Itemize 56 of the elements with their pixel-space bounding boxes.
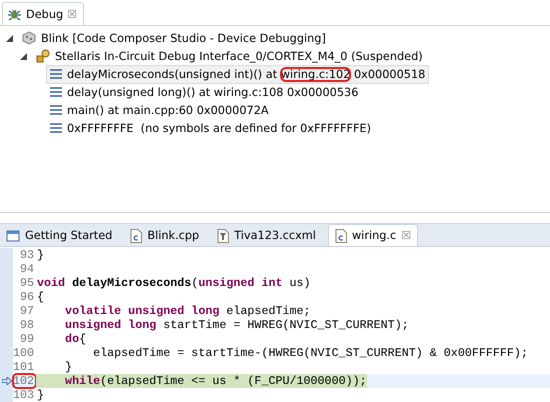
code-line: do{	[64, 332, 86, 346]
tab-label: Tiva123.ccxml	[234, 229, 316, 242]
c-file-icon	[334, 228, 347, 242]
tree-item[interactable]: Stellaris In-Circuit Debug Interface_0/CORTEX_M4_0 (Suspended)	[32, 46, 427, 66]
line-number: 100	[13, 346, 36, 360]
tab-label: wiring.c	[352, 229, 396, 242]
close-icon[interactable]: ☒	[67, 8, 78, 20]
stack-frame-label: delayMicroseconds(unsigned int)() at wiring.c:102 0x00000518	[67, 68, 426, 80]
funnel-file-icon	[217, 228, 230, 242]
tree-item[interactable]: delayMicroseconds(unsigned int)() at wiring.c:102 0x00000518	[46, 64, 430, 84]
code-line: volatile unsigned long elapsedTime;	[64, 304, 311, 318]
lines-icon	[50, 87, 62, 97]
window-icon	[6, 228, 20, 242]
code-line: elapsedTime = startTime-(HWREG(NVIC_ST_CURRENT) & 0x00FFFFFF);	[92, 346, 528, 360]
code-line: void delayMicroseconds(unsigned int us)	[36, 276, 311, 290]
stack-frame-label: main() at main.cpp:60 0x0000072A	[67, 104, 269, 116]
editor-tab[interactable]: Tiva123.ccxml	[211, 225, 328, 246]
chip-icon	[36, 49, 50, 63]
code-line: }	[36, 388, 44, 402]
line-number: 97	[18, 304, 35, 318]
line-number: 99	[18, 332, 35, 346]
line-number: 95	[18, 276, 35, 290]
editor-tab[interactable]: Getting Started	[0, 225, 124, 246]
c-file-icon	[130, 228, 142, 242]
line-number: 96	[18, 290, 35, 304]
tab-label: Blink.cpp	[147, 229, 200, 242]
lines-icon	[50, 105, 62, 115]
tree-item[interactable]: main() at main.cpp:60 0x0000072A	[46, 100, 273, 120]
expand-toggle[interactable]	[4, 33, 14, 43]
cube-icon	[22, 31, 36, 45]
lines-icon	[50, 69, 62, 79]
tab-label: Getting Started	[25, 229, 112, 242]
editor-tab[interactable]: Blink.cpp	[124, 225, 212, 246]
line-number: 103	[13, 388, 36, 402]
tree-item[interactable]: 0xFFFFFFFE (no symbols are defined for 0xFFFFFFFE)	[46, 118, 376, 138]
line-number: 93	[18, 248, 35, 262]
expand-toggle[interactable]	[18, 51, 28, 61]
stack-frame-label: 0xFFFFFFFE (no symbols are defined for 0xFFFFFFFE)	[67, 122, 372, 134]
stack-frame-label: delay(unsigned long)() at wiring.c:108 0x00000536	[67, 86, 358, 98]
line-number: 102	[13, 374, 36, 388]
debug-tab[interactable]: Debug ☒	[2, 2, 84, 25]
line-number: 101	[13, 360, 36, 374]
code-line: }	[64, 360, 72, 374]
lines-icon	[50, 123, 62, 133]
code-line: {	[36, 290, 44, 304]
tree-label: Stellaris In-Circuit Debug Interface_0/CORTEX_M4_0 (Suspended)	[55, 50, 423, 62]
editor-tab[interactable]: wiring.c ☒	[328, 224, 418, 246]
code-line: unsigned long startTime = HWREG(NVIC_ST_CURRENT);	[64, 318, 409, 332]
tab-label: Debug	[26, 8, 64, 20]
code-line: }	[36, 248, 44, 262]
tree-label: Blink [Code Composer Studio - Device Debugging]	[41, 32, 326, 44]
close-icon[interactable]: ☒	[401, 229, 412, 242]
line-number: 94	[18, 262, 35, 276]
line-number: 98	[18, 318, 35, 332]
tree-item[interactable]: delay(unsigned long)() at wiring.c:108 0x00000536	[46, 82, 362, 102]
tree-item[interactable]: Blink [Code Composer Studio - Device Debugging]	[18, 28, 330, 48]
